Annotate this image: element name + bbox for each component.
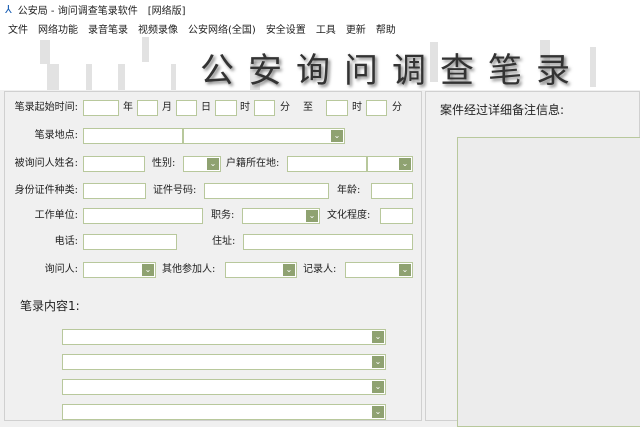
menu-file[interactable]: 文件 — [8, 21, 28, 36]
menu-update[interactable]: 更新 — [346, 21, 366, 36]
address-input[interactable] — [243, 234, 413, 250]
name-label: 被询问人姓名: — [14, 158, 78, 169]
id-number-label: 证件号码: — [153, 185, 197, 196]
start-time-label: 笔录起始时间: — [14, 102, 78, 113]
to-label: 至 — [303, 102, 313, 113]
phone-input[interactable] — [83, 234, 177, 250]
month-input[interactable] — [137, 100, 158, 116]
id-number-input[interactable] — [204, 183, 329, 199]
name-input[interactable] — [83, 156, 145, 172]
age-label: 年龄: — [337, 185, 361, 196]
app-icon: ⅄ — [5, 3, 12, 16]
end-hour-label: 时 — [352, 102, 362, 113]
household-input[interactable] — [287, 156, 367, 172]
work-label: 工作单位: — [34, 210, 78, 221]
minute-label: 分 — [280, 102, 290, 113]
education-label: 文化程度: — [327, 210, 371, 221]
others-select[interactable]: ⌄ — [225, 262, 297, 278]
end-minute-input[interactable] — [366, 100, 387, 116]
year-input[interactable] — [83, 100, 119, 116]
month-label: 月 — [162, 102, 172, 113]
menu-video[interactable]: 视频录像 — [138, 21, 178, 36]
content-select-2[interactable]: ⌄ — [62, 354, 386, 370]
year-label: 年 — [123, 102, 133, 113]
hour-input[interactable] — [215, 100, 237, 116]
menu-help[interactable]: 帮助 — [376, 21, 396, 36]
content-select-3[interactable]: ⌄ — [62, 379, 386, 395]
end-minute-label: 分 — [392, 102, 402, 113]
interviewer-select[interactable]: ⌄ — [83, 262, 156, 278]
day-input[interactable] — [176, 100, 197, 116]
chevron-down-icon: ⌄ — [399, 264, 411, 276]
menu-police-network[interactable]: 公安网络(全国) — [188, 21, 256, 36]
address-label: 住址: — [212, 236, 236, 247]
chevron-down-icon: ⌄ — [207, 158, 219, 170]
chevron-down-icon: ⌄ — [372, 331, 384, 343]
household-select[interactable]: ⌄ — [367, 156, 413, 172]
chevron-down-icon: ⌄ — [283, 264, 295, 276]
window-title: 公安局 - 询问调查笔录软件 — [17, 6, 138, 17]
location-select[interactable]: ⌄ — [183, 128, 345, 144]
window-edition: [网络版] — [147, 6, 186, 17]
gender-select[interactable]: ⌄ — [183, 156, 221, 172]
phone-label: 电话: — [54, 236, 78, 247]
menu-network[interactable]: 网络功能 — [38, 21, 78, 36]
age-input[interactable] — [371, 183, 413, 199]
recorder-select[interactable]: ⌄ — [345, 262, 413, 278]
others-label: 其他参加人: — [162, 264, 216, 275]
day-label: 日 — [201, 102, 211, 113]
content-label: 笔录内容1: — [20, 299, 80, 313]
menu-tools[interactable]: 工具 — [316, 21, 336, 36]
work-input[interactable] — [83, 208, 203, 224]
chevron-down-icon: ⌄ — [372, 381, 384, 393]
hour-label: 时 — [240, 102, 250, 113]
chevron-down-icon: ⌄ — [372, 356, 384, 368]
notes-textarea[interactable] — [457, 137, 640, 427]
menu-audio[interactable]: 录音笔录 — [88, 21, 128, 36]
chevron-down-icon: ⌄ — [306, 210, 318, 222]
position-label: 职务: — [211, 210, 235, 221]
position-select[interactable]: ⌄ — [242, 208, 320, 224]
content-select-1[interactable]: ⌄ — [62, 329, 386, 345]
menu-bar: 文件 网络功能 录音笔录 视频录像 公安网络(全国) 安全设置 工具 更新 帮助 — [0, 19, 640, 37]
chevron-down-icon: ⌄ — [372, 406, 384, 418]
title-bar: ⅄ 公安局 - 询问调查笔录软件 [网络版] — [0, 0, 640, 19]
id-type-label: 身份证件种类: — [14, 185, 78, 196]
gender-label: 性别: — [152, 158, 176, 169]
chevron-down-icon: ⌄ — [399, 158, 411, 170]
minute-input[interactable] — [254, 100, 275, 116]
chevron-down-icon: ⌄ — [331, 130, 343, 142]
menu-security[interactable]: 安全设置 — [266, 21, 306, 36]
interviewer-label: 询问人: — [44, 264, 78, 275]
chevron-down-icon: ⌄ — [142, 264, 154, 276]
banner-title: 公安询问调查笔录 — [200, 51, 584, 90]
education-input[interactable] — [380, 208, 413, 224]
location-input[interactable] — [83, 128, 183, 144]
household-label: 户籍所在地: — [226, 158, 280, 169]
recorder-label: 记录人: — [303, 264, 337, 275]
id-type-input[interactable] — [83, 183, 146, 199]
end-hour-input[interactable] — [326, 100, 348, 116]
notes-label: 案件经过详细备注信息: — [440, 103, 565, 117]
banner: 公安询问调查笔录 — [0, 37, 640, 90]
location-label: 笔录地点: — [34, 130, 78, 141]
